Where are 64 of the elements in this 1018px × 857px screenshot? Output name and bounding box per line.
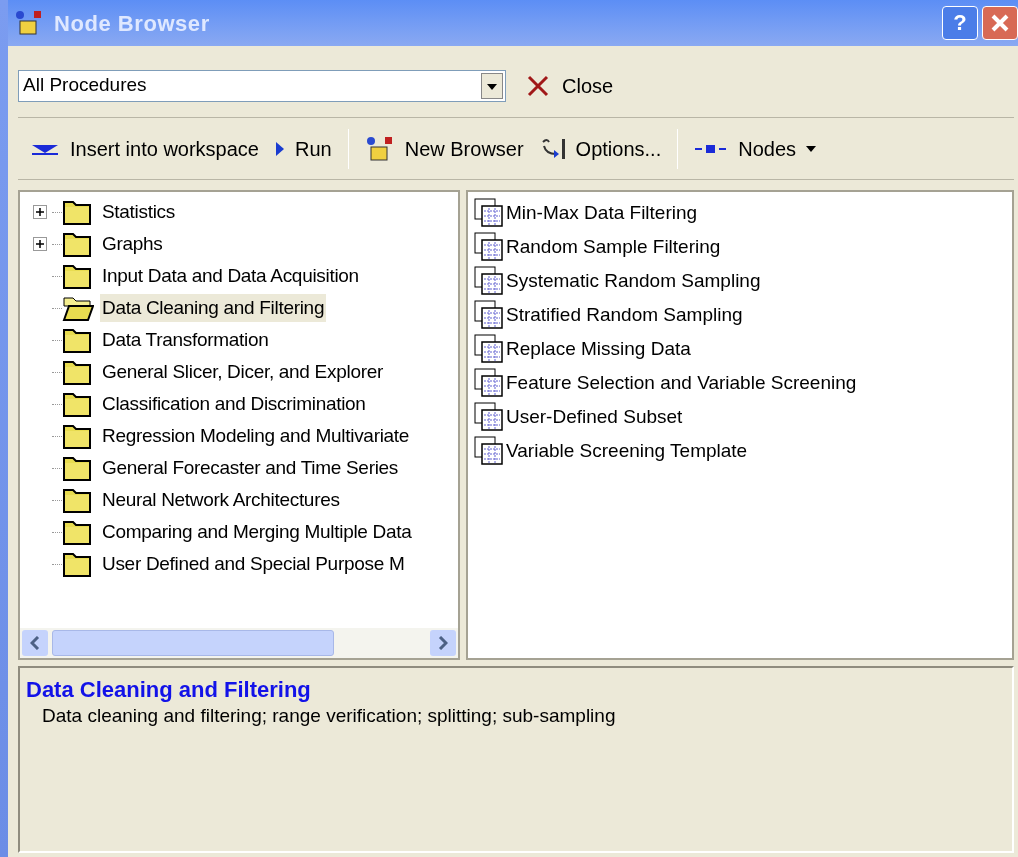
table-icon [474,368,504,398]
node-item[interactable]: Replace Missing Data [506,334,691,364]
folder-icon [62,486,94,514]
tree-item[interactable]: Graphs [100,229,165,259]
play-icon [275,140,285,157]
close-window-button[interactable] [982,6,1018,40]
toolbar-button[interactable]: Run [267,128,340,169]
folder-icon [62,198,94,226]
table-icon [474,300,504,330]
folder-icon [62,230,94,258]
scroll-thumb[interactable] [52,630,334,656]
caret-icon [806,145,817,152]
table-icon [474,266,504,296]
table-icon [474,232,504,262]
nodes-dropdown-button[interactable]: Nodes [686,128,825,169]
tree-item[interactable]: Data Transformation [100,325,271,355]
expand-icon[interactable] [33,205,47,219]
table-icon [474,198,504,228]
tree-item[interactable]: User Defined and Special Purpose M [100,549,407,579]
folder-icon [62,390,94,418]
toolbar-button[interactable]: Insert into workspace [22,128,267,169]
table-icon [474,436,504,466]
folder-icon [62,358,94,386]
tree-item[interactable]: Data Cleaning and Filtering [100,293,327,323]
procedure-dropdown[interactable]: All Procedures [18,69,506,102]
help-button[interactable]: ? [942,6,978,40]
node-item[interactable]: Systematic Random Sampling [506,266,761,296]
folder-icon [62,422,94,450]
window-title: Node Browser [54,9,210,38]
description-text: Data cleaning and filtering; range verification; splitting; sub-sampling [41,703,617,728]
node-item[interactable]: Stratified Random Sampling [506,300,743,330]
folder-icon [62,326,94,354]
app-icon [14,9,44,37]
close-button[interactable]: Close [522,70,618,101]
open-folder-icon [62,294,94,322]
tree-item[interactable]: General Slicer, Dicer, and Explorer [100,357,385,387]
node-item[interactable]: Min-Max Data Filtering [506,198,698,228]
close-icon [990,13,1010,33]
folder-icon [62,518,94,546]
tree-item[interactable]: Comparing and Merging Multiple Data [100,517,414,547]
folder-icon [62,262,94,290]
tree-item[interactable]: Input Data and Data Acquisition [100,261,361,291]
scroll-right-button[interactable] [430,630,456,656]
tree-item[interactable]: General Forecaster and Time Series [100,453,401,483]
tree-item[interactable]: Classification and Discrimination [100,389,368,419]
folder-icon [62,454,94,482]
app-icon [364,134,395,163]
table-icon [474,334,504,364]
node-icon [694,142,729,155]
node-item[interactable]: Random Sample Filtering [506,232,721,262]
node-item[interactable]: Variable Screening Template [506,436,748,466]
toolbar-button[interactable]: New Browser [356,128,532,169]
node-item[interactable]: User-Defined Subset [506,402,683,432]
toolbar-button[interactable]: Options... [531,128,670,169]
close-icon [526,73,550,98]
folder-icon [62,550,94,578]
node-item[interactable]: Feature Selection and Variable Screening [506,368,857,398]
tree-item[interactable]: Statistics [100,197,178,227]
expand-icon[interactable] [33,237,47,251]
scroll-left-button[interactable] [22,630,48,656]
tree-item[interactable]: Neural Network Architectures [100,485,342,515]
description-title: Data Cleaning and Filtering [26,676,312,704]
tree-item[interactable]: Regression Modeling and Multivariate [100,421,412,451]
table-icon [474,402,504,432]
